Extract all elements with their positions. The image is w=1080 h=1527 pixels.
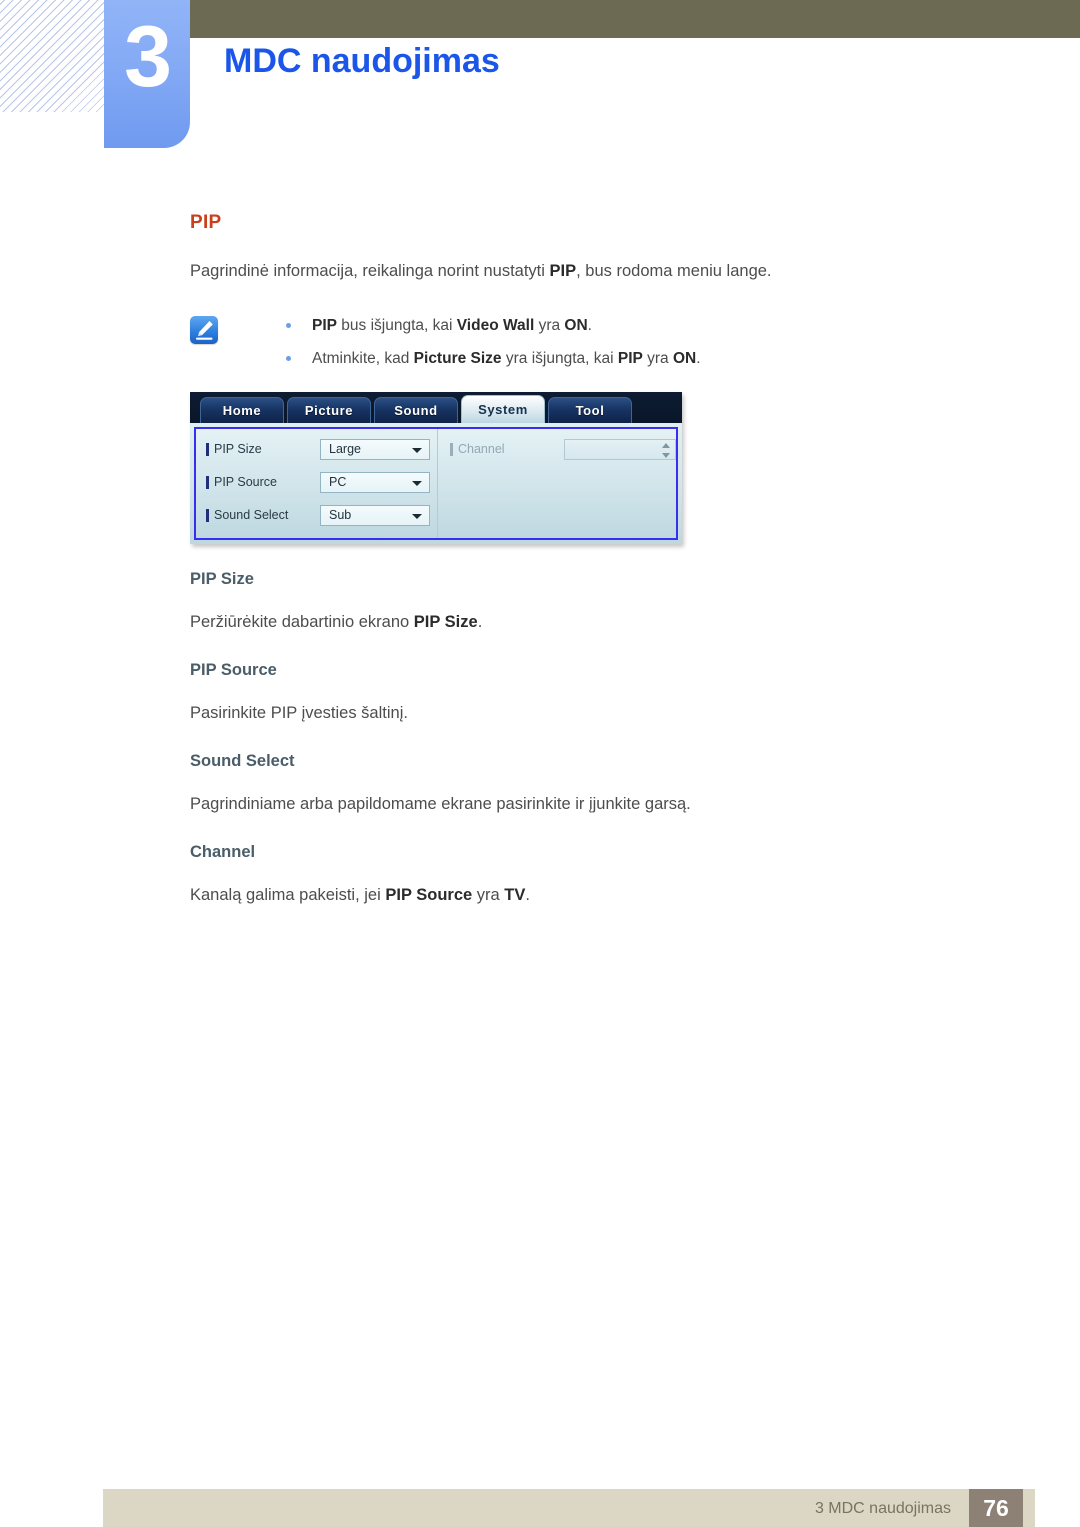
field-channel: Channel [450, 438, 676, 460]
label-pip-source-text: PIP Source [214, 475, 278, 490]
note2-bold-4: ON [673, 350, 697, 368]
dropdown-pip-size[interactable]: Large [320, 438, 430, 460]
section-body: Pasirinkite PIP įvesties šaltinį. [190, 702, 890, 726]
section-body-before: Pagrindiniame arba papildomame ekrane pa… [190, 795, 691, 814]
label-channel-text: Channel [458, 442, 505, 457]
main-content: PIP Pagrindinė informacija, reikalinga n… [190, 212, 890, 908]
mdc-tab-bar: Home Picture Sound System Tool [190, 392, 682, 424]
note2-text-3: yra [642, 350, 673, 368]
mdc-system-panel: PIP Size Large PIP Source PC Sound Selec… [194, 427, 678, 541]
list-item: Atminkite, kad Picture Size yra išjungta… [278, 347, 890, 370]
chapter-number-tab: 3 [104, 0, 190, 148]
section-body-before: Peržiūrėkite dabartinio ekrano [190, 613, 414, 632]
section-body-bold: PIP Source [385, 886, 473, 905]
mdc-left-column: PIP Size Large PIP Source PC Sound Selec… [196, 429, 437, 538]
section-title: Channel [190, 843, 256, 862]
section-body-after: . [477, 613, 483, 632]
page-header: 3 MDC naudojimas [0, 0, 1080, 160]
note2-text-4: . [696, 350, 701, 368]
tab-system[interactable]: System [461, 395, 545, 424]
intro-text-before: Pagrindinė informacija, reikalinga norin… [190, 262, 550, 280]
dropdown-sound-select-value: Sub [329, 508, 352, 523]
section-title: PIP Source [190, 661, 277, 680]
page-footer: 3 MDC naudojimas 76 [103, 1489, 1035, 1527]
hatch-decoration [0, 0, 104, 112]
bullet-bar-icon [206, 475, 209, 489]
dropdown-sound-select[interactable]: Sub [320, 504, 430, 526]
section-sound-select: Sound Select Pagrindiniame arba papildom… [190, 752, 890, 817]
note-bold-1: PIP [312, 316, 337, 334]
note2-text-0: Atminkite, kad [312, 350, 410, 368]
field-sound-select: Sound Select Sub [206, 504, 437, 526]
label-channel: Channel [450, 442, 564, 456]
mdc-right-column: Channel [437, 429, 676, 539]
page-number: 76 [969, 1489, 1023, 1527]
section-body-bold2: TV [504, 886, 526, 905]
spinner-arrows-icon[interactable] [661, 442, 670, 458]
dropdown-pip-size-value: Large [329, 442, 361, 457]
note-text-2: yra [534, 316, 565, 334]
intro-text-after: , bus rodoma meniu lange. [576, 262, 772, 280]
label-pip-source: PIP Source [206, 475, 320, 489]
note-bold-2: Video Wall [456, 316, 535, 334]
intro-text-bold: PIP [549, 262, 577, 280]
section-title: Sound Select [190, 752, 295, 771]
field-pip-source: PIP Source PC [206, 471, 437, 493]
section-body-before: Kanalą galima pakeisti, jei [190, 886, 386, 905]
field-pip-size: PIP Size Large [206, 438, 437, 460]
chevron-down-icon [412, 447, 422, 453]
section-pip-size: PIP Size Peržiūrėkite dabartinio ekrano … [190, 570, 890, 635]
footer-chapter-label: 3 MDC naudojimas [814, 1500, 951, 1517]
section-body-bold: PIP Size [413, 613, 478, 632]
label-sound-select-text: Sound Select [214, 508, 289, 523]
intro-paragraph: Pagrindinė informacija, reikalinga norin… [190, 260, 890, 284]
note-bold-3: ON [564, 316, 588, 334]
mdc-dialog-body: PIP Size Large PIP Source PC Sound Selec… [190, 423, 682, 545]
label-pip-size: PIP Size [206, 442, 320, 456]
section-pip-source: PIP Source Pasirinkite PIP įvesties šalt… [190, 661, 890, 726]
chevron-down-icon [412, 513, 422, 519]
section-body-mid: yra [472, 886, 505, 905]
topic-heading: PIP [190, 212, 222, 233]
note-text-3: . [587, 316, 592, 334]
section-body: Kanalą galima pakeisti, jei PIP Source y… [190, 884, 890, 908]
dropdown-pip-source-value: PC [329, 475, 347, 490]
section-body-after: . [525, 886, 530, 905]
note-text-1: bus išjungta, kai [336, 316, 457, 334]
mdc-dialog-screenshot: Home Picture Sound System Tool PIP Size … [190, 392, 682, 545]
note-list: PIP bus išjungta, kai Video Wall yra ON.… [278, 314, 890, 371]
bullet-bar-icon [206, 442, 209, 456]
section-body: Peržiūrėkite dabartinio ekrano PIP Size. [190, 611, 890, 635]
bullet-bar-icon [450, 442, 453, 456]
tab-home[interactable]: Home [200, 397, 284, 424]
bullet-bar-icon [206, 508, 209, 522]
note-block: PIP bus išjungta, kai Video Wall yra ON.… [190, 314, 890, 371]
section-body-before: Pasirinkite PIP įvesties šaltinį. [190, 704, 408, 723]
label-pip-size-text: PIP Size [214, 442, 262, 457]
label-sound-select: Sound Select [206, 508, 320, 522]
chevron-down-icon[interactable] [661, 452, 670, 458]
note2-bold-2: Picture Size [413, 350, 502, 368]
dropdown-pip-source[interactable]: PC [320, 471, 430, 493]
tab-sound[interactable]: Sound [374, 397, 458, 424]
list-item: PIP bus išjungta, kai Video Wall yra ON. [278, 314, 890, 337]
section-channel: Channel Kanalą galima pakeisti, jei PIP … [190, 843, 890, 908]
note2-text-2: yra išjungta, kai [501, 350, 618, 368]
note2-bold-3: PIP [617, 350, 643, 368]
spinner-channel[interactable] [564, 438, 676, 460]
tab-picture[interactable]: Picture [287, 397, 371, 424]
page-title: MDC naudojimas [224, 42, 500, 80]
olive-header-bar [190, 0, 1080, 38]
chapter-number: 3 [124, 9, 172, 105]
section-title: PIP Size [190, 570, 254, 589]
section-body: Pagrindiniame arba papildomame ekrane pa… [190, 793, 890, 817]
note-pencil-icon [190, 315, 218, 344]
tab-tool[interactable]: Tool [548, 397, 632, 424]
chevron-down-icon [412, 480, 422, 486]
chevron-up-icon[interactable] [661, 442, 670, 448]
